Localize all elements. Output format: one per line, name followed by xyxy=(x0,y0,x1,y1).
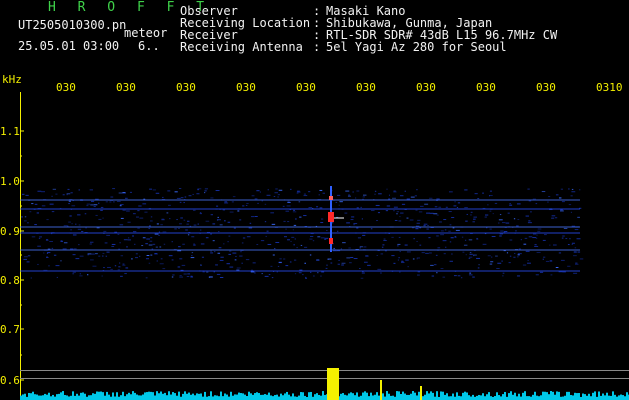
level-spike xyxy=(380,380,382,400)
meteor-echo xyxy=(328,186,344,252)
meteor-level-peak xyxy=(327,368,339,400)
level-spike xyxy=(420,386,422,400)
signal-level-meter xyxy=(20,391,629,400)
noise-bands xyxy=(20,188,584,279)
spectrogram xyxy=(20,92,629,400)
